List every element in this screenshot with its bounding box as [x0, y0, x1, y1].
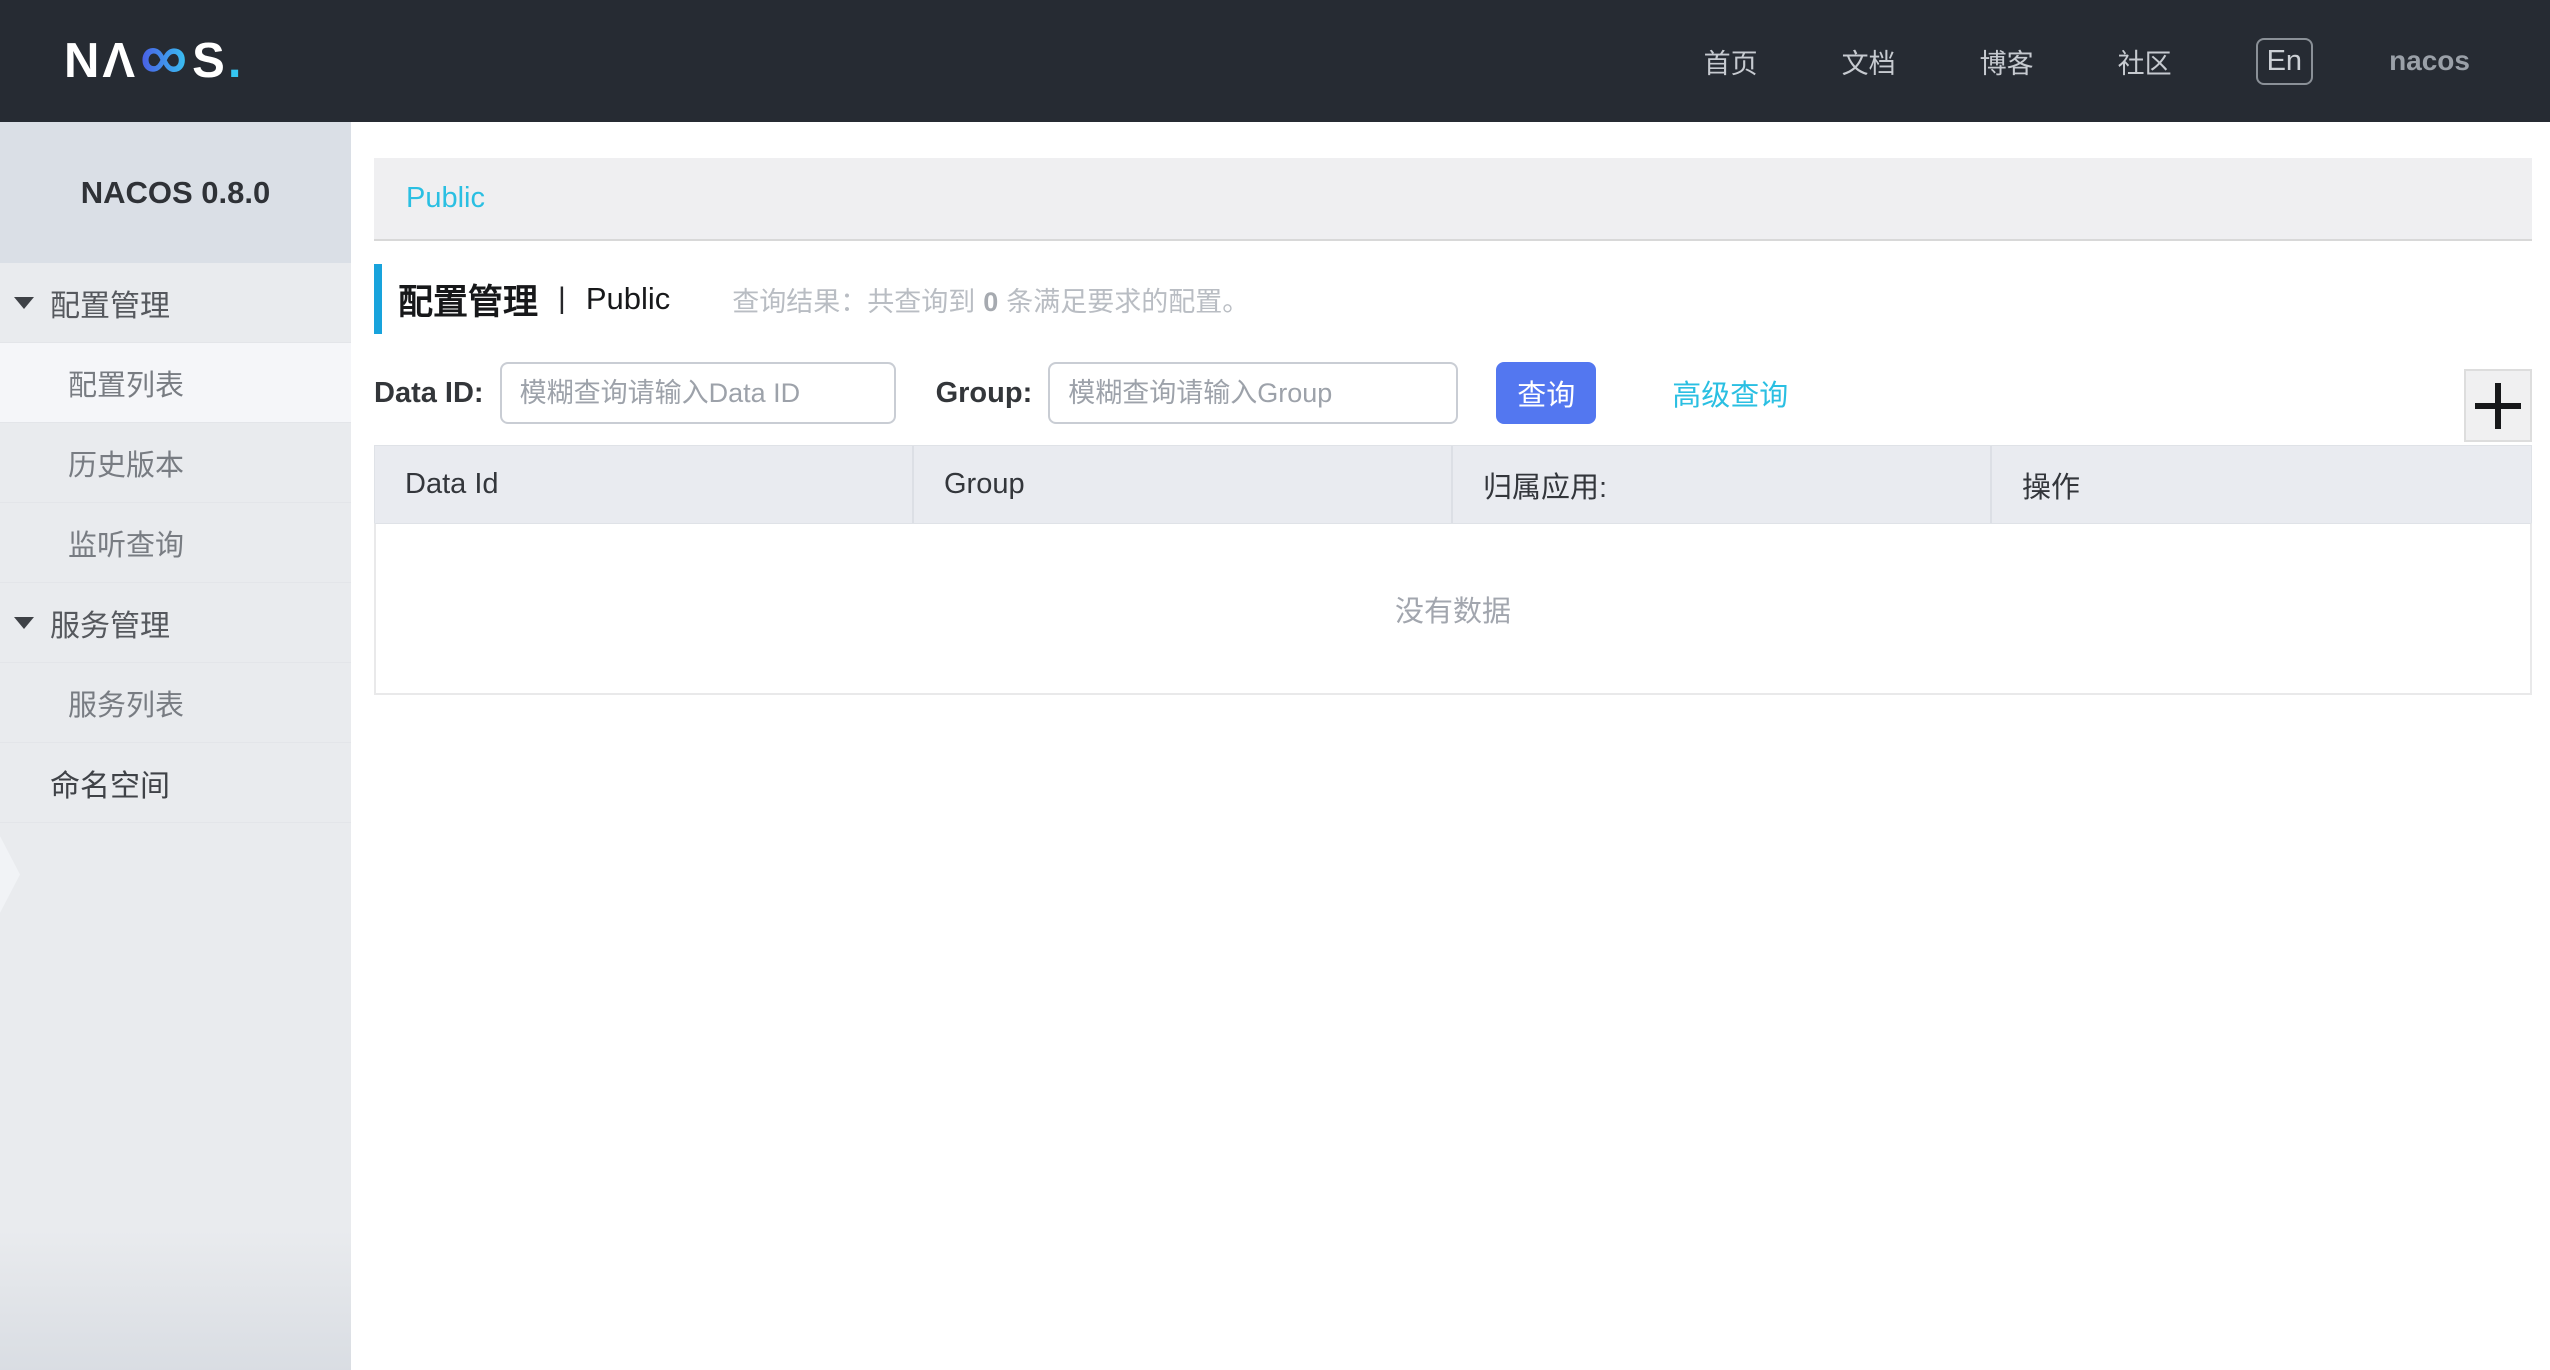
column-header-actions: 操作	[1992, 446, 2531, 523]
sidebar-item-label: 命名空间	[50, 761, 170, 805]
sidebar-version-title: NACOS 0.8.0	[0, 122, 351, 263]
chevron-down-icon	[14, 617, 34, 629]
title-namespace: Public	[586, 281, 670, 317]
sidebar-item-label: 服务列表	[68, 682, 184, 724]
table-header-row: Data Id Group 归属应用: 操作	[374, 445, 2532, 523]
query-form: Data ID: Group: 查询 高级查询	[374, 362, 2532, 424]
sidebar-section-config-management[interactable]: 配置管理	[0, 263, 351, 343]
query-result-summary: 查询结果：共查询到 0 条满足要求的配置。	[732, 280, 1249, 319]
group-label: Group:	[936, 377, 1033, 410]
result-prefix: 查询结果：共查询到	[732, 287, 975, 317]
sidebar-section-label: 配置管理	[50, 281, 170, 325]
result-count: 0	[983, 287, 998, 317]
tab-public[interactable]: Public	[374, 182, 485, 215]
nav-item-blog[interactable]: 博客	[1980, 42, 2034, 81]
result-suffix: 条满足要求的配置。	[1006, 287, 1249, 317]
title-category: 配置管理	[398, 274, 538, 325]
sidebar-item-service-list[interactable]: 服务列表	[0, 663, 351, 743]
sidebar-item-label: 监听查询	[68, 522, 184, 564]
top-navbar: NΛ∞S. 首页 文档 博客 社区 En nacos	[0, 0, 2550, 122]
group-input[interactable]	[1048, 362, 1458, 424]
column-header-data-id: Data Id	[375, 446, 914, 523]
logo-text-left: NΛ	[64, 33, 138, 89]
search-button[interactable]: 查询	[1496, 362, 1596, 424]
nav-item-home[interactable]: 首页	[1704, 42, 1758, 81]
column-header-application: 归属应用:	[1453, 446, 1992, 523]
nacos-logo: NΛ∞S.	[64, 28, 244, 94]
config-table: Data Id Group 归属应用: 操作 没有数据	[374, 445, 2532, 695]
infinity-icon: ∞	[140, 23, 190, 89]
table-empty-state: 没有数据	[374, 523, 2532, 695]
nav-item-docs[interactable]: 文档	[1842, 42, 1896, 81]
page-title: 配置管理 | Public 查询结果：共查询到 0 条满足要求的配置。	[374, 264, 2532, 334]
add-config-button[interactable]	[2464, 369, 2532, 442]
language-toggle[interactable]: En	[2256, 38, 2313, 85]
logo-text-right: S	[192, 33, 228, 89]
logo-dot: .	[228, 33, 245, 89]
main-panel: Public 配置管理 | Public 查询结果：共查询到 0 条满足要求的配置。…	[351, 122, 2550, 1370]
advanced-query-link[interactable]: 高级查询	[1672, 372, 1788, 414]
sidebar-section-service-management[interactable]: 服务管理	[0, 583, 351, 663]
column-header-group: Group	[914, 446, 1453, 523]
sidebar-item-config-list[interactable]: 配置列表	[0, 343, 351, 423]
hexagon-watermark	[0, 817, 20, 932]
sidebar-item-label: 配置列表	[68, 362, 184, 404]
sidebar-item-label: 历史版本	[68, 442, 184, 484]
plus-icon	[2475, 383, 2521, 429]
sidebar-item-history-versions[interactable]: 历史版本	[0, 423, 351, 503]
data-id-input[interactable]	[500, 362, 896, 424]
sidebar-item-namespace[interactable]: 命名空间	[0, 743, 351, 823]
sidebar-section-label: 服务管理	[50, 601, 170, 645]
title-separator: |	[558, 282, 566, 316]
sidebar: NACOS 0.8.0 配置管理 配置列表 历史版本 监听查询 服务管理 服务列…	[0, 122, 351, 1370]
user-menu[interactable]: nacos	[2389, 45, 2470, 77]
nav-item-community[interactable]: 社区	[2118, 42, 2172, 81]
sidebar-item-listener-query[interactable]: 监听查询	[0, 503, 351, 583]
title-accent-bar	[374, 264, 382, 334]
no-data-text: 没有数据	[1395, 588, 1511, 630]
chevron-down-icon	[14, 297, 34, 309]
data-id-label: Data ID:	[374, 377, 484, 410]
navbar-menu: 首页 文档 博客 社区 En nacos	[1620, 38, 2550, 85]
namespace-tabbar: Public	[374, 158, 2532, 241]
